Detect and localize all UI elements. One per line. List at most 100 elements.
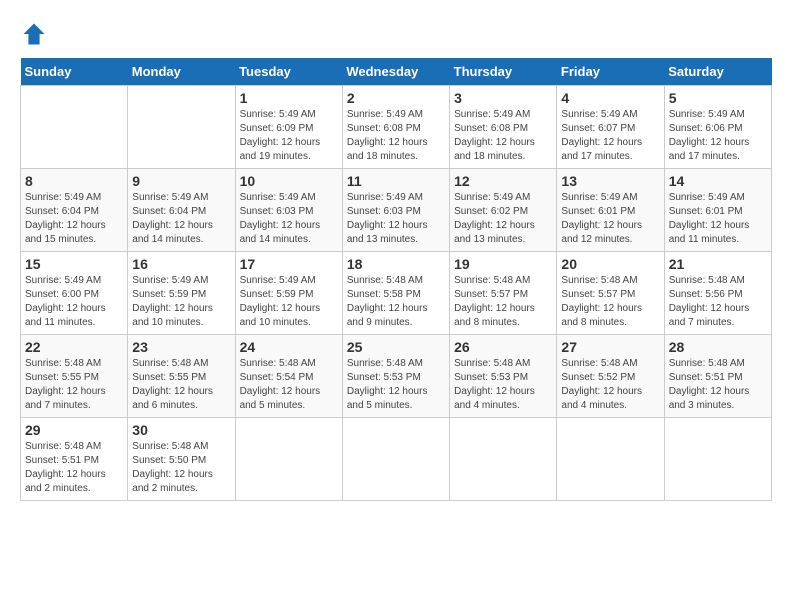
calendar-week-4: 22 Sunrise: 5:48 AMSunset: 5:55 PMDayligh… [21,335,772,418]
day-number: 19 [454,256,552,272]
calendar-cell [235,418,342,501]
day-header-friday: Friday [557,58,664,86]
day-info: Sunrise: 5:49 AMSunset: 6:00 PMDaylight:… [25,274,123,330]
day-number: 8 [25,173,123,189]
day-info: Sunrise: 5:48 AMSunset: 5:52 PMDaylight:… [561,357,659,413]
day-info: Sunrise: 5:48 AMSunset: 5:53 PMDaylight:… [347,357,445,413]
calendar-table: SundayMondayTuesdayWednesdayThursdayFrid… [20,58,772,501]
day-number: 4 [561,90,659,106]
day-info: Sunrise: 5:49 AMSunset: 5:59 PMDaylight:… [240,274,338,330]
day-header-monday: Monday [128,58,235,86]
calendar-cell [21,86,128,169]
logo [20,20,52,48]
calendar-cell: 4 Sunrise: 5:49 AMSunset: 6:07 PMDaylight… [557,86,664,169]
calendar-cell: 24 Sunrise: 5:48 AMSunset: 5:54 PMDayligh… [235,335,342,418]
calendar-cell: 29 Sunrise: 5:48 AMSunset: 5:51 PMDayligh… [21,418,128,501]
calendar-cell: 17Sunrise: 5:49 AMSunset: 5:59 PMDayligh… [235,252,342,335]
calendar-cell: 2 Sunrise: 5:49 AMSunset: 6:08 PMDaylight… [342,86,449,169]
day-number: 3 [454,90,552,106]
calendar-header-row: SundayMondayTuesdayWednesdayThursdayFrid… [21,58,772,86]
day-number: 12 [454,173,552,189]
calendar-cell: 12 Sunrise: 5:49 AMSunset: 6:02 PMDayligh… [450,169,557,252]
calendar-cell [557,418,664,501]
day-number: 13 [561,173,659,189]
day-number: 2 [347,90,445,106]
calendar-cell: 25 Sunrise: 5:48 AMSunset: 5:53 PMDayligh… [342,335,449,418]
day-info: Sunrise: 5:49 AMSunset: 5:59 PMDaylight:… [132,274,230,330]
calendar-cell: 27 Sunrise: 5:48 AMSunset: 5:52 PMDayligh… [557,335,664,418]
day-info: Sunrise: 5:48 AMSunset: 5:51 PMDaylight:… [25,440,123,496]
day-number: 10 [240,173,338,189]
header [20,20,772,48]
day-number: 27 [561,339,659,355]
day-info: Sunrise: 5:48 AMSunset: 5:58 PMDaylight:… [347,274,445,330]
day-number: 16 [132,256,230,272]
calendar-cell: 20Sunrise: 5:48 AMSunset: 5:57 PMDayligh… [557,252,664,335]
day-info: Sunrise: 5:49 AMSunset: 6:08 PMDaylight:… [347,108,445,164]
calendar-cell: 30 Sunrise: 5:48 AMSunset: 5:50 PMDayligh… [128,418,235,501]
day-number: 22 [25,339,123,355]
logo-icon [20,20,48,48]
day-number: 23 [132,339,230,355]
day-number: 29 [25,422,123,438]
day-info: Sunrise: 5:49 AMSunset: 6:02 PMDaylight:… [454,191,552,247]
day-number: 18 [347,256,445,272]
day-info: Sunrise: 5:48 AMSunset: 5:51 PMDaylight:… [669,357,767,413]
day-info: Sunrise: 5:49 AMSunset: 6:09 PMDaylight:… [240,108,338,164]
day-info: Sunrise: 5:48 AMSunset: 5:57 PMDaylight:… [454,274,552,330]
day-info: Sunrise: 5:48 AMSunset: 5:53 PMDaylight:… [454,357,552,413]
day-number: 5 [669,90,767,106]
day-header-thursday: Thursday [450,58,557,86]
day-info: Sunrise: 5:49 AMSunset: 6:06 PMDaylight:… [669,108,767,164]
calendar-cell [342,418,449,501]
calendar-week-3: 15 Sunrise: 5:49 AMSunset: 6:00 PMDayligh… [21,252,772,335]
calendar-body: 1 Sunrise: 5:49 AMSunset: 6:09 PMDaylight… [21,86,772,501]
day-info: Sunrise: 5:48 AMSunset: 5:55 PMDaylight:… [132,357,230,413]
calendar-cell: 5 Sunrise: 5:49 AMSunset: 6:06 PMDaylight… [664,86,771,169]
calendar-cell: 19 Sunrise: 5:48 AMSunset: 5:57 PMDayligh… [450,252,557,335]
day-info: Sunrise: 5:48 AMSunset: 5:54 PMDaylight:… [240,357,338,413]
day-number: 9 [132,173,230,189]
calendar-week-5: 29 Sunrise: 5:48 AMSunset: 5:51 PMDayligh… [21,418,772,501]
calendar-cell: 9 Sunrise: 5:49 AMSunset: 6:04 PMDaylight… [128,169,235,252]
day-number: 26 [454,339,552,355]
calendar-cell: 8 Sunrise: 5:49 AMSunset: 6:04 PMDaylight… [21,169,128,252]
day-header-saturday: Saturday [664,58,771,86]
day-number: 24 [240,339,338,355]
day-info: Sunrise: 5:49 AMSunset: 6:01 PMDaylight:… [561,191,659,247]
day-info: Sunrise: 5:49 AMSunset: 6:08 PMDaylight:… [454,108,552,164]
calendar-week-1: 1 Sunrise: 5:49 AMSunset: 6:09 PMDaylight… [21,86,772,169]
calendar-cell [664,418,771,501]
calendar-cell: 13 Sunrise: 5:49 AMSunset: 6:01 PMDayligh… [557,169,664,252]
day-info: Sunrise: 5:48 AMSunset: 5:50 PMDaylight:… [132,440,230,496]
calendar-cell: 18 Sunrise: 5:48 AMSunset: 5:58 PMDayligh… [342,252,449,335]
day-number: 25 [347,339,445,355]
day-number: 15 [25,256,123,272]
calendar-cell: 16 Sunrise: 5:49 AMSunset: 5:59 PMDayligh… [128,252,235,335]
day-info: Sunrise: 5:49 AMSunset: 6:04 PMDaylight:… [25,191,123,247]
calendar-cell: 1 Sunrise: 5:49 AMSunset: 6:09 PMDaylight… [235,86,342,169]
calendar-cell [128,86,235,169]
day-number: 14 [669,173,767,189]
day-info: Sunrise: 5:49 AMSunset: 6:07 PMDaylight:… [561,108,659,164]
day-info: Sunrise: 5:48 AMSunset: 5:55 PMDaylight:… [25,357,123,413]
day-info: Sunrise: 5:49 AMSunset: 6:03 PMDaylight:… [240,191,338,247]
calendar-cell: 26 Sunrise: 5:48 AMSunset: 5:53 PMDayligh… [450,335,557,418]
day-number: 11 [347,173,445,189]
day-header-sunday: Sunday [21,58,128,86]
calendar-cell: 11 Sunrise: 5:49 AMSunset: 6:03 PMDayligh… [342,169,449,252]
calendar-cell: 22 Sunrise: 5:48 AMSunset: 5:55 PMDayligh… [21,335,128,418]
day-number: 20 [561,256,659,272]
day-number: 1 [240,90,338,106]
calendar-cell: 21Sunrise: 5:48 AMSunset: 5:56 PMDayligh… [664,252,771,335]
day-info: Sunrise: 5:49 AMSunset: 6:04 PMDaylight:… [132,191,230,247]
day-info: Sunrise: 5:49 AMSunset: 6:01 PMDaylight:… [669,191,767,247]
day-header-tuesday: Tuesday [235,58,342,86]
calendar-week-2: 8 Sunrise: 5:49 AMSunset: 6:04 PMDaylight… [21,169,772,252]
calendar-cell: 15 Sunrise: 5:49 AMSunset: 6:00 PMDayligh… [21,252,128,335]
day-number: 30 [132,422,230,438]
calendar-cell: 23 Sunrise: 5:48 AMSunset: 5:55 PMDayligh… [128,335,235,418]
calendar-cell: 28Sunrise: 5:48 AMSunset: 5:51 PMDayligh… [664,335,771,418]
day-info: Sunrise: 5:49 AMSunset: 6:03 PMDaylight:… [347,191,445,247]
calendar-cell: 3 Sunrise: 5:49 AMSunset: 6:08 PMDaylight… [450,86,557,169]
